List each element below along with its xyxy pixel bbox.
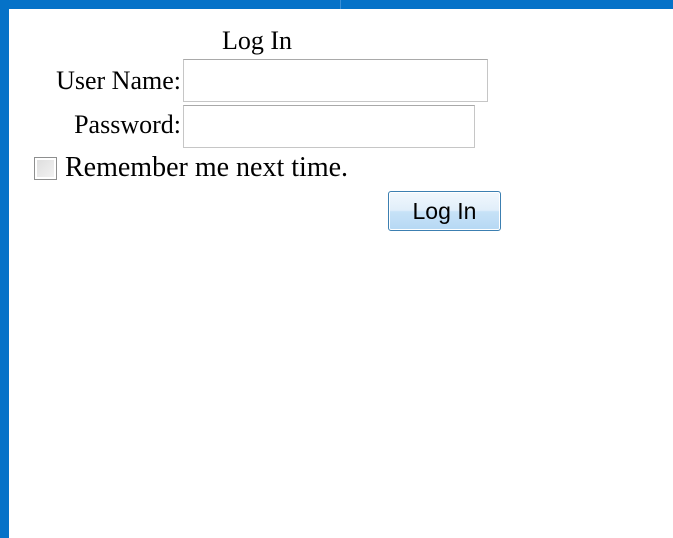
remember-me-label[interactable]: Remember me next time. xyxy=(65,152,348,184)
window-left-border xyxy=(0,0,9,538)
username-input[interactable] xyxy=(183,59,488,102)
remember-me-row: Remember me next time. xyxy=(34,152,348,184)
login-form: Log In User Name: Password: Remember me … xyxy=(9,9,673,538)
window-top-border xyxy=(0,0,673,9)
login-button[interactable]: Log In xyxy=(388,191,501,231)
username-label: User Name: xyxy=(56,66,181,95)
password-label: Password: xyxy=(74,110,181,139)
remember-me-checkbox[interactable] xyxy=(34,156,57,180)
password-input[interactable] xyxy=(183,105,475,148)
window-top-divider xyxy=(340,0,341,9)
login-title: Log In xyxy=(222,26,293,55)
